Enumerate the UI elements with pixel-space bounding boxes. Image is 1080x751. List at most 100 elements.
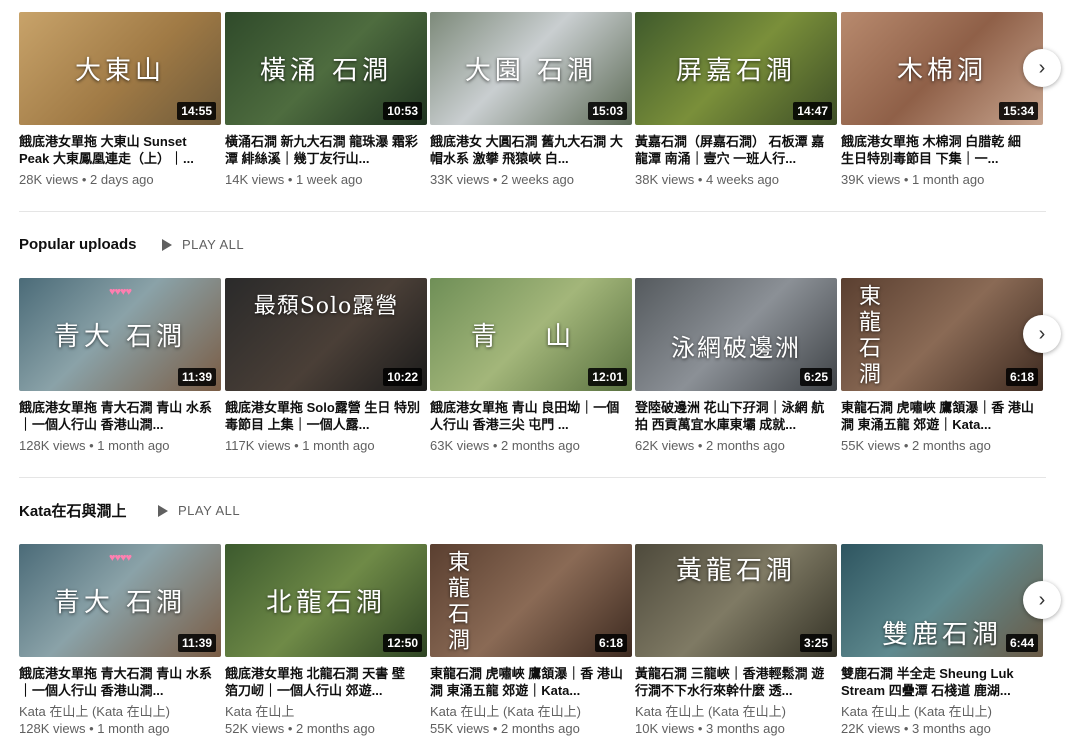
video-thumbnail[interactable]: 最頹Solo露營 10:22 <box>225 278 427 391</box>
video-meta: 128K views • 1 month ago <box>19 721 170 736</box>
shelf-next-button[interactable]: › <box>1023 49 1061 87</box>
channel-name[interactable]: Kata 在山上 <box>225 703 427 720</box>
video-title[interactable]: 東龍石澗 虎嘯峽 鷹頷瀑｜香 港山澗 東涌五龍 郊遊｜Kata... <box>841 399 1037 433</box>
video-meta: 128K views • 1 month ago <box>19 438 170 453</box>
video-thumbnail[interactable]: 木棉洞 15:34 <box>841 12 1043 125</box>
channel-name[interactable]: Kata 在山上 (Kata 在山上) <box>19 703 221 720</box>
play-icon <box>158 504 168 517</box>
video-thumbnail[interactable]: 黃龍石澗 3:25 <box>635 544 837 657</box>
play-icon <box>162 238 172 251</box>
video-card[interactable]: 大園 石澗 15:03 餓底港女 大圓石澗 舊九大石澗 大帽水系 激攀 飛猿峽 … <box>430 12 632 188</box>
thumbnail-text: 泳網破邊洲 <box>671 334 801 362</box>
video-thumbnail[interactable]: 泳網破邊洲 6:25 <box>635 278 837 391</box>
video-title[interactable]: 餓底港女單拖 青大石澗 青山 水系｜一個人行山 香港山澗... <box>19 665 215 699</box>
shelf-next-button[interactable]: › <box>1023 315 1061 353</box>
video-card[interactable]: 黃龍石澗 3:25 黃龍石澗 三龍峽｜香港輕鬆澗 遊 行澗不下水行來幹什麼 透.… <box>635 544 837 737</box>
video-meta: 33K views • 2 weeks ago <box>430 172 575 187</box>
video-thumbnail[interactable]: 大園 石澗 15:03 <box>430 12 632 125</box>
video-title[interactable]: 餓底港女單拖 青大石澗 青山 水系｜一個人行山 香港山澗... <box>19 399 215 433</box>
channel-name[interactable]: Kata 在山上 (Kata 在山上) <box>635 703 837 720</box>
video-meta: 63K views • 2 months ago <box>430 438 580 453</box>
video-meta: 55K views • 2 months ago <box>841 438 991 453</box>
thumbnail-text: 大園 石澗 <box>464 56 598 86</box>
video-card[interactable]: ♥♥♥♥ 青大 石澗 11:39 餓底港女單拖 青大石澗 青山 水系｜一個人行山… <box>19 544 221 737</box>
channel-name[interactable]: Kata 在山上 (Kata 在山上) <box>430 703 632 720</box>
video-thumbnail[interactable]: ♥♥♥♥ 青大 石澗 11:39 <box>19 278 221 391</box>
heart-stickers-icon: ♥♥♥♥ <box>108 552 132 564</box>
heart-stickers-icon: ♥♥♥♥ <box>108 286 132 298</box>
video-card[interactable]: 東龍石澗 6:18 東龍石澗 虎嘯峽 鷹頷瀑｜香 港山澗 東涌五龍 郊遊｜Kat… <box>841 278 1043 454</box>
video-title[interactable]: 東龍石澗 虎嘯峽 鷹頷瀑｜香 港山澗 東涌五龍 郊遊｜Kata... <box>430 665 626 699</box>
video-title[interactable]: 餓底港女單拖 北龍石澗 天書 壁 箔刀屻｜一個人行山 郊遊... <box>225 665 421 699</box>
play-all-label: PLAY ALL <box>182 237 245 252</box>
video-title[interactable]: 橫涌石澗 新九大石澗 龍珠瀑 霜彩潭 緋絲溪｜幾丁友行山... <box>225 133 421 167</box>
video-card[interactable]: 東龍石澗 6:18 東龍石澗 虎嘯峽 鷹頷瀑｜香 港山澗 東涌五龍 郊遊｜Kat… <box>430 544 632 737</box>
video-card[interactable]: 大東山 14:55 餓底港女單拖 大東山 Sunset Peak 大東鳳凰連走（… <box>19 12 221 188</box>
video-thumbnail[interactable]: ♥♥♥♥ 青大 石澗 11:39 <box>19 544 221 657</box>
video-title[interactable]: 餓底港女單拖 大東山 Sunset Peak 大東鳳凰連走（上）｜... <box>19 133 215 167</box>
shelf-title[interactable]: Popular uploads <box>19 236 137 253</box>
shelf-header: Kata在石與澗上 <box>19 498 127 522</box>
video-title[interactable]: 餓底港女單拖 Solo露營 生日 特別毒節目 上集｜一個人露... <box>225 399 421 433</box>
video-meta: 14K views • 1 week ago <box>225 172 363 187</box>
video-thumbnail[interactable]: 青 山 12:01 <box>430 278 632 391</box>
duration-badge: 12:50 <box>383 634 422 652</box>
thumbnail-text: 黃龍石澗 <box>675 556 796 586</box>
thumbnail-text: 青大 石澗 <box>53 588 187 618</box>
video-thumbnail[interactable]: 雙鹿石澗 6:44 <box>841 544 1043 657</box>
duration-badge: 14:47 <box>793 102 832 120</box>
video-title[interactable]: 餓底港女 大圓石澗 舊九大石澗 大帽水系 激攀 飛猿峽 白... <box>430 133 626 167</box>
shelf-divider <box>19 211 1046 212</box>
video-meta: 28K views • 2 days ago <box>19 172 154 187</box>
video-title[interactable]: 登陸破邊洲 花山下孖洞｜泳網 航拍 西貢萬宜水庫東壩 成就... <box>635 399 831 433</box>
thumbnail-text: 最頹Solo露營 <box>253 294 399 319</box>
thumbnail-text: 屏嘉石澗 <box>675 56 796 86</box>
video-title[interactable]: 黃嘉石澗（屏嘉石澗） 石板潭 嘉龍潭 南涌｜壹穴 一班人行... <box>635 133 831 167</box>
video-title[interactable]: 餓底港女單拖 青山 良田坳｜一個人行山 香港三尖 屯門 ... <box>430 399 626 433</box>
play-all-button[interactable]: PLAY ALL <box>158 503 240 518</box>
video-title[interactable]: 雙鹿石澗 半全走 Sheung Luk Stream 四疊潭 石棧道 鹿湖... <box>841 665 1037 699</box>
video-meta: 10K views • 3 months ago <box>635 721 785 736</box>
video-card[interactable]: 青 山 12:01 餓底港女單拖 青山 良田坳｜一個人行山 香港三尖 屯門 ..… <box>430 278 632 454</box>
video-thumbnail[interactable]: 橫涌 石澗 10:53 <box>225 12 427 125</box>
thumbnail-text: 青 山 <box>470 322 592 352</box>
thumbnail-text: 東龍石澗 <box>444 550 469 654</box>
video-title[interactable]: 黃龍石澗 三龍峽｜香港輕鬆澗 遊 行澗不下水行來幹什麼 透... <box>635 665 831 699</box>
video-thumbnail[interactable]: 東龍石澗 6:18 <box>430 544 632 657</box>
chevron-right-icon: › <box>1038 56 1046 79</box>
shelf-header: Popular uploads <box>19 232 137 256</box>
video-card[interactable]: 屏嘉石澗 14:47 黃嘉石澗（屏嘉石澗） 石板潭 嘉龍潭 南涌｜壹穴 一班人行… <box>635 12 837 188</box>
channel-name[interactable]: Kata 在山上 (Kata 在山上) <box>841 703 1043 720</box>
video-thumbnail[interactable]: 東龍石澗 6:18 <box>841 278 1043 391</box>
shelf-divider <box>19 477 1046 478</box>
shelf-title[interactable]: Kata在石與澗上 <box>19 500 127 521</box>
video-card[interactable]: ♥♥♥♥ 青大 石澗 11:39 餓底港女單拖 青大石澗 青山 水系｜一個人行山… <box>19 278 221 454</box>
duration-badge: 3:25 <box>799 634 832 652</box>
shelf-next-button[interactable]: › <box>1023 581 1061 619</box>
video-meta: 55K views • 2 months ago <box>430 721 580 736</box>
thumbnail-text: 青大 石澗 <box>53 322 187 352</box>
duration-badge: 6:44 <box>1005 634 1038 652</box>
video-row-0: 大東山 14:55 餓底港女單拖 大東山 Sunset Peak 大東鳳凰連走（… <box>19 12 1049 212</box>
duration-badge: 14:55 <box>177 102 216 120</box>
video-title[interactable]: 餓底港女單拖 木棉洞 白腊乾 細 生日特別毒節目 下集｜一... <box>841 133 1037 167</box>
video-meta: 52K views • 2 months ago <box>225 721 375 736</box>
video-card[interactable]: 木棉洞 15:34 餓底港女單拖 木棉洞 白腊乾 細 生日特別毒節目 下集｜一.… <box>841 12 1043 188</box>
play-all-button[interactable]: PLAY ALL <box>162 237 244 252</box>
video-meta: 39K views • 1 month ago <box>841 172 985 187</box>
video-thumbnail[interactable]: 北龍石澗 12:50 <box>225 544 427 657</box>
thumbnail-text: 橫涌 石澗 <box>259 56 393 86</box>
video-thumbnail[interactable]: 大東山 14:55 <box>19 12 221 125</box>
video-meta: 38K views • 4 weeks ago <box>635 172 780 187</box>
video-card[interactable]: 雙鹿石澗 6:44 雙鹿石澗 半全走 Sheung Luk Stream 四疊潭… <box>841 544 1043 737</box>
video-card[interactable]: 泳網破邊洲 6:25 登陸破邊洲 花山下孖洞｜泳網 航拍 西貢萬宜水庫東壩 成就… <box>635 278 837 454</box>
duration-badge: 12:01 <box>588 368 627 386</box>
duration-badge: 10:22 <box>383 368 422 386</box>
video-card[interactable]: 北龍石澗 12:50 餓底港女單拖 北龍石澗 天書 壁 箔刀屻｜一個人行山 郊遊… <box>225 544 427 737</box>
video-thumbnail[interactable]: 屏嘉石澗 14:47 <box>635 12 837 125</box>
video-card[interactable]: 橫涌 石澗 10:53 橫涌石澗 新九大石澗 龍珠瀑 霜彩潭 緋絲溪｜幾丁友行山… <box>225 12 427 188</box>
chevron-right-icon: › <box>1038 322 1046 345</box>
duration-badge: 6:18 <box>1005 368 1038 386</box>
video-card[interactable]: 最頹Solo露營 10:22 餓底港女單拖 Solo露營 生日 特別毒節目 上集… <box>225 278 427 454</box>
thumbnail-text: 北龍石澗 <box>265 588 386 618</box>
